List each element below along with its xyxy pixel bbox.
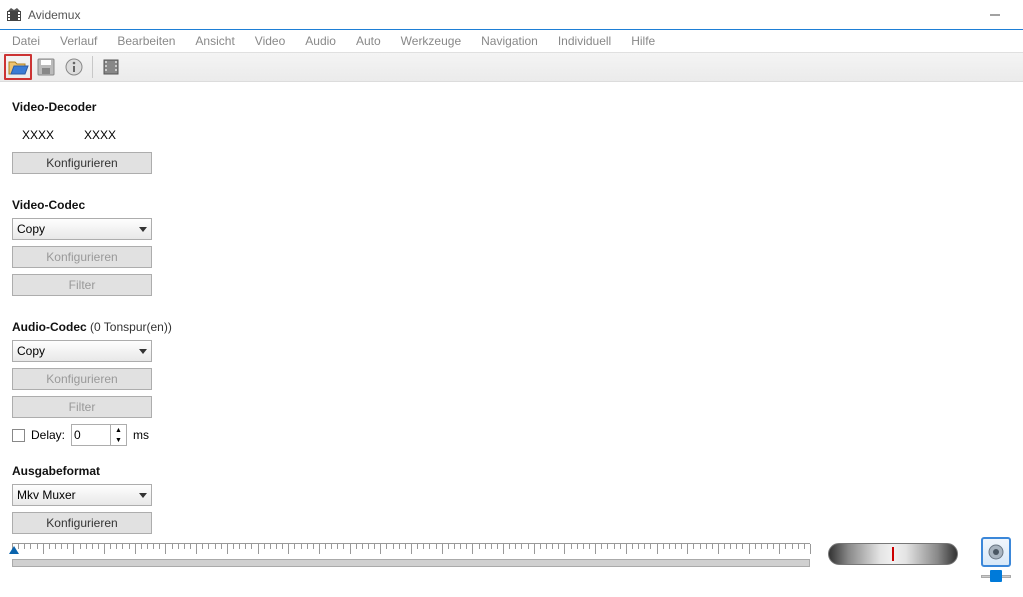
audio-codec-heading: Audio-Codec (0 Tonspur(en)): [12, 320, 183, 334]
save-button[interactable]: [32, 54, 60, 80]
menubar: Datei Verlauf Bearbeiten Ansicht Video A…: [0, 30, 1023, 52]
menu-ansicht[interactable]: Ansicht: [185, 32, 244, 50]
video-codec-selected: Copy: [17, 222, 45, 236]
minimize-button[interactable]: [973, 0, 1017, 29]
audio-codec-select[interactable]: Copy: [12, 340, 152, 362]
menu-navigation[interactable]: Navigation: [471, 32, 548, 50]
video-codec-configure-button[interactable]: Konfigurieren: [12, 246, 152, 268]
delay-checkbox[interactable]: [12, 429, 25, 442]
menu-hilfe[interactable]: Hilfe: [621, 32, 665, 50]
spinner-down-icon[interactable]: ▼: [111, 435, 126, 445]
audio-output-button[interactable]: [981, 537, 1011, 567]
app-icon: [6, 7, 22, 23]
chevron-down-icon: [139, 488, 147, 502]
toolbar: [0, 52, 1023, 82]
menu-werkzeuge[interactable]: Werkzeuge: [391, 32, 471, 50]
video-codec-heading: Video-Codec: [12, 198, 183, 212]
bottom-panel: [0, 537, 1023, 597]
audio-codec-configure-button[interactable]: Konfigurieren: [12, 368, 152, 390]
slider-knob[interactable]: [990, 570, 1002, 582]
menu-individuell[interactable]: Individuell: [548, 32, 621, 50]
jog-wheel[interactable]: [828, 543, 958, 565]
chevron-down-icon: [139, 222, 147, 236]
output-format-configure-button[interactable]: Konfigurieren: [12, 512, 152, 534]
decoder-left-value: XXXX: [22, 128, 54, 142]
clapper-button[interactable]: [97, 54, 125, 80]
audio-codec-suffix: (0 Tonspur(en)): [90, 320, 172, 334]
client-area: Video-Decoder XXXX XXXX Konfigurieren Vi…: [0, 82, 1023, 597]
output-format-selected: Mkv Muxer: [17, 488, 76, 502]
output-format-select[interactable]: Mkv Muxer: [12, 484, 152, 506]
video-codec-select[interactable]: Copy: [12, 218, 152, 240]
audio-codec-heading-text: Audio-Codec: [12, 320, 87, 334]
jog-center-marker: [892, 547, 894, 561]
timeline[interactable]: [12, 543, 810, 567]
menu-audio[interactable]: Audio: [295, 32, 346, 50]
audio-codec-selected: Copy: [17, 344, 45, 358]
sidebar: Video-Decoder XXXX XXXX Konfigurieren Vi…: [0, 82, 195, 537]
menu-auto[interactable]: Auto: [346, 32, 391, 50]
delay-unit: ms: [133, 428, 149, 442]
menu-datei[interactable]: Datei: [2, 32, 50, 50]
decoder-right-value: XXXX: [84, 128, 116, 142]
delay-input[interactable]: [72, 425, 110, 445]
open-file-button[interactable]: [4, 54, 32, 80]
playhead-icon[interactable]: [9, 546, 19, 554]
menu-video[interactable]: Video: [245, 32, 295, 50]
audio-codec-filter-button[interactable]: Filter: [12, 396, 152, 418]
volume-slider[interactable]: [981, 571, 1011, 583]
menu-bearbeiten[interactable]: Bearbeiten: [107, 32, 185, 50]
delay-spinner[interactable]: ▲ ▼: [71, 424, 127, 446]
video-codec-filter-button[interactable]: Filter: [12, 274, 152, 296]
output-format-heading: Ausgabeformat: [12, 464, 183, 478]
video-decoder-configure-button[interactable]: Konfigurieren: [12, 152, 152, 174]
timeline-track[interactable]: [12, 559, 810, 567]
chevron-down-icon: [139, 344, 147, 358]
titlebar: Avidemux: [0, 0, 1023, 30]
video-decoder-heading: Video-Decoder: [12, 100, 183, 114]
window-title: Avidemux: [28, 8, 80, 22]
menu-verlauf[interactable]: Verlauf: [50, 32, 107, 50]
info-button[interactable]: [60, 54, 88, 80]
delay-label: Delay:: [31, 428, 65, 442]
spinner-up-icon[interactable]: ▲: [111, 425, 126, 435]
toolbar-separator: [92, 56, 93, 78]
